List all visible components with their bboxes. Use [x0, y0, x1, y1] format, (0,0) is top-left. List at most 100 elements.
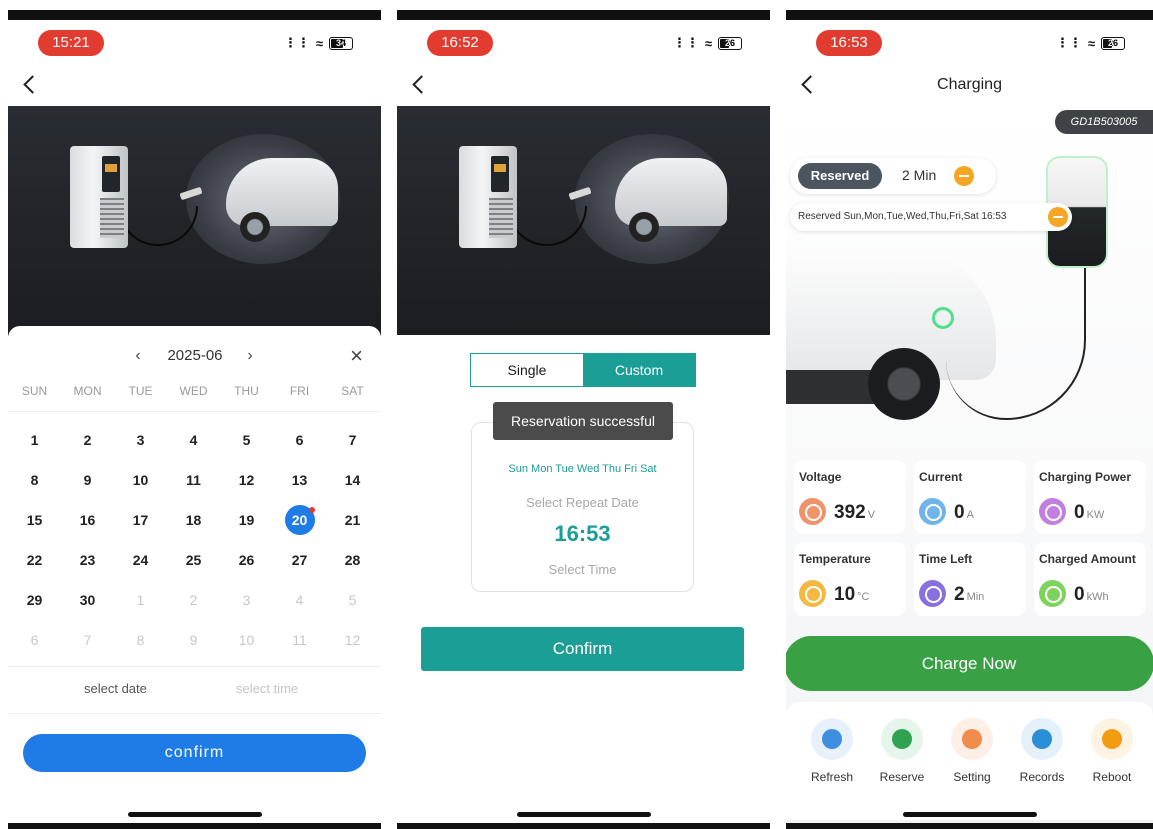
- cancel-reservation-icon[interactable]: [954, 166, 974, 186]
- calendar-day[interactable]: 2: [167, 585, 220, 615]
- calendar-day[interactable]: 3: [114, 425, 167, 455]
- calendar-header: ‹ 2025-06 ›: [8, 346, 381, 366]
- home-indicator: [127, 812, 262, 817]
- next-month-icon[interactable]: ›: [240, 346, 260, 366]
- repeat-card: Sun Mon Tue Wed Thu Fri Sat Select Repea…: [471, 422, 694, 592]
- calendar-day[interactable]: 12: [326, 625, 379, 655]
- records-button[interactable]: Records: [1012, 718, 1072, 784]
- calendar-day[interactable]: 6: [273, 425, 326, 455]
- page-title: Charging: [937, 76, 1002, 93]
- back-button[interactable]: [409, 72, 435, 98]
- calendar-day[interactable]: 10: [114, 465, 167, 495]
- close-icon[interactable]: ×: [350, 345, 363, 367]
- weekday-label: FRI: [289, 384, 310, 398]
- mode-tabs: Single Custom: [470, 353, 696, 387]
- calendar-day[interactable]: 19: [220, 505, 273, 535]
- metric-label: Charged Amount: [1039, 552, 1136, 566]
- refresh-icon: [811, 718, 853, 760]
- metric-card: Charging Power 0 KW: [1034, 460, 1146, 534]
- calendar-day[interactable]: 7: [61, 625, 114, 655]
- calendar-day[interactable]: 22: [8, 545, 61, 575]
- metric-label: Temperature: [799, 552, 871, 566]
- reserve-button[interactable]: Reserve: [872, 718, 932, 784]
- reserved-tag: Reserved: [798, 163, 882, 189]
- calendar-day[interactable]: 15: [8, 505, 61, 535]
- metric-label: Voltage: [799, 470, 842, 484]
- status-time: 16:53: [816, 30, 882, 56]
- cancel-schedule-icon[interactable]: [1048, 207, 1068, 227]
- calendar-day[interactable]: 8: [114, 625, 167, 655]
- tab-custom[interactable]: Custom: [583, 354, 695, 386]
- back-button[interactable]: [20, 72, 46, 98]
- select-date-field[interactable]: select date: [84, 681, 147, 696]
- metric-card: Time Left 2 Min: [914, 542, 1026, 616]
- select-time-field[interactable]: select time: [236, 681, 298, 696]
- calendar-day[interactable]: 30: [61, 585, 114, 615]
- confirm-button[interactable]: confirm: [23, 734, 366, 772]
- system-icons: ⋮⋮ ≈ 34: [284, 35, 353, 51]
- calendar-day[interactable]: 29: [8, 585, 61, 615]
- metric-value: 0 KW: [1074, 502, 1105, 523]
- calendar-day[interactable]: 18: [167, 505, 220, 535]
- status-bar: 15:21 ⋮⋮ ≈ 34: [8, 28, 381, 56]
- metric-value: 2 Min: [954, 584, 985, 605]
- bottom-bezel: [8, 823, 381, 829]
- calendar-day[interactable]: 23: [61, 545, 114, 575]
- top-bezel: [397, 10, 770, 20]
- calendar-day[interactable]: 10: [220, 625, 273, 655]
- reservation-schedule: Reserved Sun,Mon,Tue,Wed,Thu,Fri,Sat 16:…: [790, 203, 1072, 231]
- repeat-days[interactable]: Sun Mon Tue Wed Thu Fri Sat: [472, 463, 693, 475]
- calendar-day[interactable]: 7: [326, 425, 379, 455]
- status-bar: 16:53 ⋮⋮ ≈ 26: [786, 28, 1153, 56]
- calendar-day[interactable]: 4: [167, 425, 220, 455]
- calendar-day[interactable]: 11: [167, 465, 220, 495]
- metric-label: Time Left: [919, 552, 973, 566]
- calendar-day[interactable]: 3: [220, 585, 273, 615]
- confirm-button[interactable]: Confirm: [421, 627, 744, 671]
- refresh-button[interactable]: Refresh: [802, 718, 862, 784]
- home-indicator: [902, 812, 1037, 817]
- charger-hero-image: [397, 106, 770, 335]
- metric-icon: [799, 580, 826, 607]
- warning-icon: [1091, 718, 1133, 760]
- prev-month-icon[interactable]: ‹: [128, 346, 148, 366]
- calendar-day[interactable]: 11: [273, 625, 326, 655]
- calendar-day[interactable]: 8: [8, 465, 61, 495]
- setting-button[interactable]: Setting: [942, 718, 1002, 784]
- weekday-label: MON: [73, 384, 102, 398]
- calendar-day[interactable]: 20: [273, 505, 326, 535]
- calendar-day[interactable]: 27: [273, 545, 326, 575]
- calendar-day[interactable]: 21: [326, 505, 379, 535]
- schedule-text: Reserved Sun,Mon,Tue,Wed,Thu,Fri,Sat 16:…: [798, 211, 1007, 222]
- calendar-day[interactable]: 5: [326, 585, 379, 615]
- calendar-day[interactable]: 5: [220, 425, 273, 455]
- calendar-day[interactable]: 4: [273, 585, 326, 615]
- calendar-day[interactable]: 16: [61, 505, 114, 535]
- calendar-day[interactable]: 6: [8, 625, 61, 655]
- charger-hero-image: [8, 106, 381, 336]
- reboot-button[interactable]: Reboot: [1082, 718, 1142, 784]
- calendar-day[interactable]: 17: [114, 505, 167, 535]
- system-icons: ⋮⋮ ≈ 26: [1056, 35, 1125, 51]
- calendar-day[interactable]: 12: [220, 465, 273, 495]
- metric-icon: [1039, 498, 1066, 525]
- calendar-day[interactable]: 1: [114, 585, 167, 615]
- reservation-pill: Reserved 2 Min: [790, 158, 996, 194]
- calendar-day[interactable]: 28: [326, 545, 379, 575]
- metric-card: Charged Amount 0 kWh: [1034, 542, 1146, 616]
- calendar-day[interactable]: 9: [61, 465, 114, 495]
- calendar-day[interactable]: 26: [220, 545, 273, 575]
- calendar-day[interactable]: 25: [167, 545, 220, 575]
- selected-time[interactable]: 16:53: [472, 521, 693, 547]
- calendar-day[interactable]: 14: [326, 465, 379, 495]
- calendar-day[interactable]: 9: [167, 625, 220, 655]
- calendar-day[interactable]: 1: [8, 425, 61, 455]
- calendar-day[interactable]: 13: [273, 465, 326, 495]
- calendar-day[interactable]: 2: [61, 425, 114, 455]
- success-toast: Reservation successful: [493, 402, 673, 440]
- charge-now-button[interactable]: Charge Now: [786, 636, 1153, 691]
- metric-card: Voltage 392 V: [794, 460, 906, 534]
- weekday-label: SAT: [341, 384, 364, 398]
- calendar-day[interactable]: 24: [114, 545, 167, 575]
- tab-single[interactable]: Single: [471, 354, 583, 386]
